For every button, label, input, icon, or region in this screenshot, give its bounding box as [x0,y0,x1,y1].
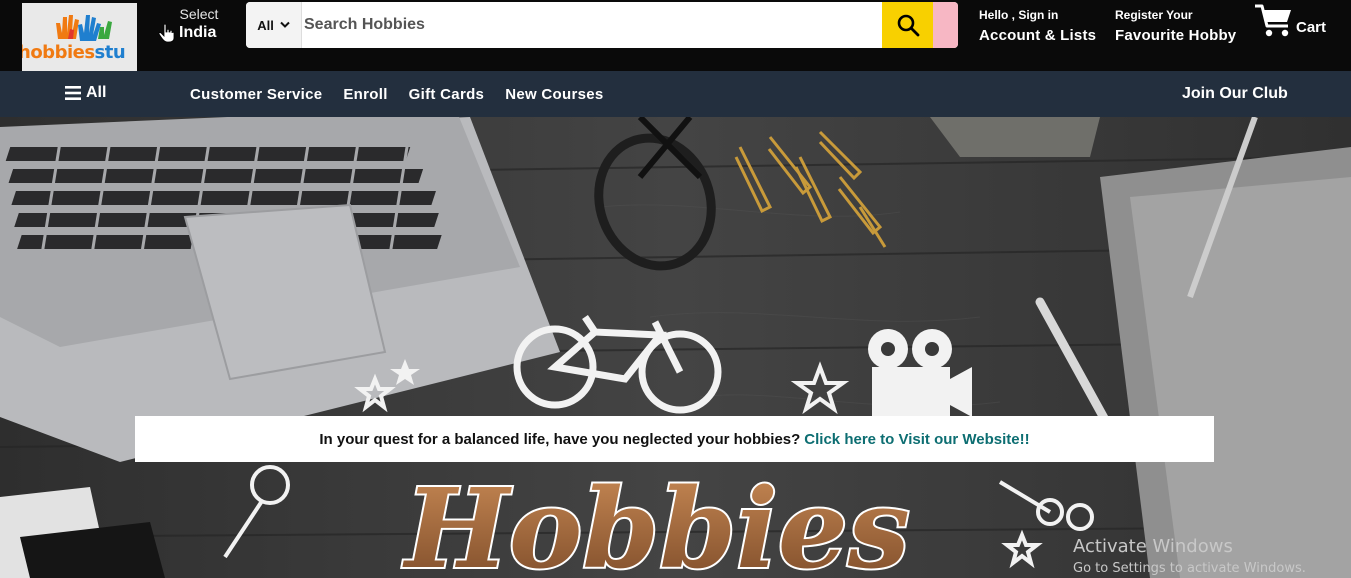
watermark-line1: Activate Windows [1073,536,1233,557]
visit-website-link[interactable]: Click here to Visit our Website!! [804,431,1029,448]
nav-link-gift-cards[interactable]: Gift Cards [409,86,485,103]
logo-text: hobbiesstu [22,42,126,63]
register-line2: Favourite Hobby [1115,27,1237,44]
nav-link-enroll[interactable]: Enroll [343,86,387,103]
location-label: Select [179,6,219,22]
search-button[interactable] [882,2,933,48]
search-bar: All [246,2,958,48]
hero-banner: Hobbies In your quest for a balanced lif… [0,117,1351,578]
location-value: India [179,24,217,41]
search-icon [897,14,919,37]
hamburger-icon [65,86,81,100]
hero-title-text: Hobbies [402,464,910,578]
register-line1: Register Your [1115,8,1193,22]
cart-button[interactable]: Cart [1254,2,1326,38]
nav-link-new-courses[interactable]: New Courses [505,86,603,103]
location-value-row: India [158,23,238,43]
main-nav: All Customer Service Enroll Gift Cards N… [0,71,1351,117]
chevron-down-icon [280,21,290,28]
signin-greeting: Hello , Sign in [979,8,1059,22]
site-logo[interactable]: hobbiesstu [22,3,137,71]
watermark-line2: Go to Settings to activate Windows. [1073,561,1306,576]
all-menu-label: All [86,84,107,101]
top-header: hobbiesstu Select India All Hello , Sign… [0,0,1351,71]
hero-background-image: Hobbies [0,117,1351,578]
register-hobby-link[interactable]: Register Your Favourite Hobby [1115,8,1236,44]
search-side-strip [933,2,958,48]
search-input[interactable] [302,2,882,48]
account-lists-link[interactable]: Hello , Sign in Account & Lists [979,8,1096,44]
promo-banner: In your quest for a balanced life, have … [135,416,1214,462]
account-lists-label: Account & Lists [979,27,1097,44]
cart-label: Cart [1296,18,1327,36]
nav-link-customer-service[interactable]: Customer Service [190,86,322,103]
search-category-select[interactable]: All [246,2,302,48]
all-menu-button[interactable]: All [65,84,106,102]
search-category-label: All [257,17,274,33]
nav-links: Customer Service Enroll Gift Cards New C… [190,86,604,103]
hand-pointer-icon [158,23,175,43]
cart-icon [1255,4,1291,37]
location-selector[interactable]: Select India [158,6,238,43]
join-club-link[interactable]: Join Our Club [1182,85,1288,103]
hands-logo-icon [56,15,112,41]
windows-activation-watermark: Activate Windows Go to Settings to activ… [1073,536,1306,576]
promo-text: In your quest for a balanced life, have … [319,430,801,448]
